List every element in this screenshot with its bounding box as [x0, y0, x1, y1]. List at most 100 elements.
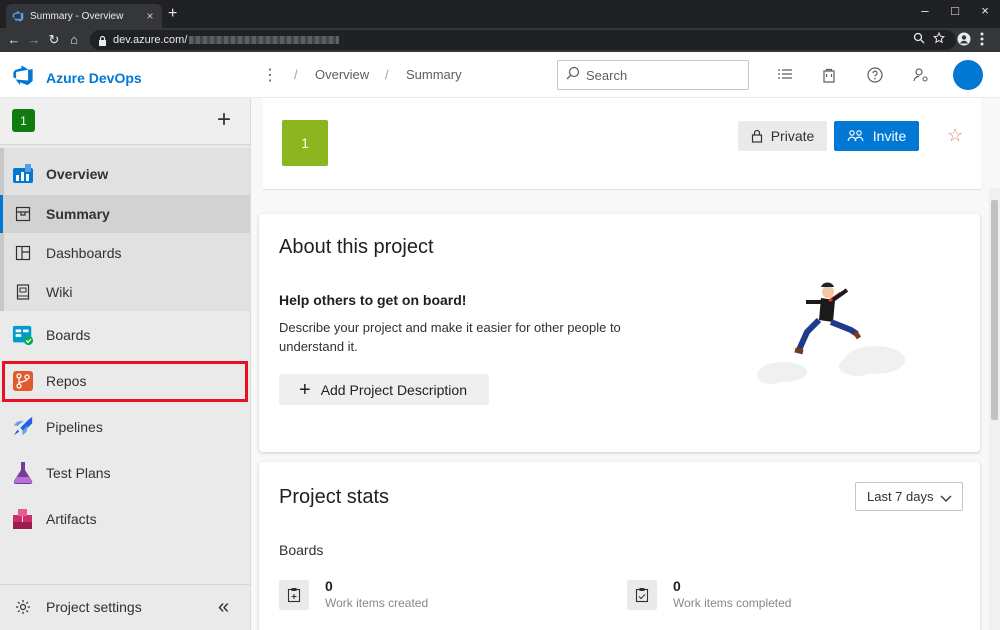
about-title: About this project [279, 236, 434, 258]
new-tab-icon[interactable]: + [168, 6, 177, 22]
sidebar-item-summary[interactable]: Summary [0, 195, 250, 233]
breadcrumb-separator: / [294, 67, 298, 82]
url-redacted [189, 36, 340, 44]
project-badge: 1 [12, 109, 35, 132]
breadcrumb-separator: / [385, 67, 389, 82]
browser-menu-icon[interactable] [980, 32, 984, 49]
marketplace-icon[interactable] [819, 65, 839, 85]
user-settings-icon[interactable] [911, 65, 931, 85]
sidebar-item-label: Artifacts [46, 511, 97, 527]
profile-icon[interactable] [957, 32, 971, 49]
browser-tabbar: Summary - Overview × + – □ × [0, 0, 1000, 28]
private-label: Private [770, 128, 815, 144]
stat-label: Work items created [325, 596, 429, 610]
sidebar-item-label: Test Plans [46, 465, 111, 481]
sidebar-item-project-settings[interactable]: Project settings « [0, 590, 250, 624]
more-actions-icon[interactable]: ⋮ [262, 65, 278, 85]
about-subtitle: Help others to get on board! [279, 292, 467, 308]
azure-devops-favicon-icon [12, 10, 24, 22]
lock-icon [751, 129, 763, 143]
app-header: Azure DevOps ⋮ / Overview / Summary [0, 52, 1000, 98]
bookmark-star-icon[interactable] [932, 31, 946, 47]
about-card: About this project Help others to get on… [259, 214, 980, 452]
sidebar-item-label: Summary [46, 206, 110, 222]
breadcrumb-summary[interactable]: Summary [406, 67, 462, 82]
work-item-created-icon [279, 580, 309, 610]
main-content: 1 Private Invite ☆ About this project He… [251, 98, 1000, 630]
pipelines-icon [12, 416, 34, 438]
sidebar-item-overview[interactable]: Overview [0, 158, 250, 190]
add-icon[interactable]: + [217, 108, 231, 132]
stats-title: Project stats [279, 486, 390, 508]
lock-icon [98, 35, 107, 46]
add-project-description-button[interactable]: + Add Project Description [279, 374, 489, 405]
sidebar-item-label: Project settings [46, 599, 142, 615]
sidebar-item-label: Wiki [46, 284, 73, 300]
stat-label: Work items completed [673, 596, 792, 610]
sidebar-item-boards[interactable]: Boards [0, 318, 250, 352]
stat-value: 0 [673, 578, 681, 594]
overview-icon [12, 163, 34, 185]
dashboards-icon [12, 242, 34, 264]
artifacts-icon [12, 508, 34, 530]
private-button[interactable]: Private [738, 121, 827, 151]
browser-tab[interactable]: Summary - Overview × [6, 4, 162, 28]
back-icon[interactable]: ← [6, 32, 22, 48]
project-stats-card: Project stats Last 7 days Boards 0 Work … [259, 462, 980, 630]
project-tile: 1 [282, 120, 328, 166]
search-input[interactable] [586, 67, 736, 83]
avatar[interactable] [953, 60, 983, 90]
forward-icon[interactable]: → [26, 32, 42, 48]
time-range-dropdown[interactable]: Last 7 days [855, 482, 963, 511]
stat-value: 0 [325, 578, 333, 594]
window-maximize-icon[interactable]: □ [940, 3, 970, 18]
sidebar-item-label: Pipelines [46, 419, 103, 435]
work-items-icon[interactable] [775, 65, 795, 85]
repos-highlight-box [2, 361, 248, 402]
zoom-icon[interactable] [913, 32, 925, 47]
time-range-value: Last 7 days [867, 489, 934, 504]
window-close-icon[interactable]: × [970, 3, 1000, 18]
add-description-label: Add Project Description [320, 381, 467, 398]
invite-button[interactable]: Invite [834, 121, 919, 151]
sidebar-item-artifacts[interactable]: Artifacts [0, 502, 250, 536]
url-text: dev.azure.com/ [113, 34, 188, 46]
collapse-sidebar-icon[interactable]: « [218, 596, 229, 619]
project-header: 1 Private Invite ☆ [263, 98, 981, 190]
brand-name: Azure DevOps [46, 69, 142, 86]
favorite-star-icon[interactable]: ☆ [947, 125, 963, 146]
gear-icon [12, 596, 34, 618]
sidebar-item-test-plans[interactable]: Test Plans [0, 456, 250, 490]
sidebar-item-pipelines[interactable]: Pipelines [0, 410, 250, 444]
help-icon[interactable] [865, 65, 885, 85]
home-icon[interactable]: ⌂ [66, 32, 82, 48]
search-box[interactable] [557, 60, 749, 90]
test-plans-icon [12, 462, 34, 485]
wiki-icon [12, 281, 34, 303]
sidebar-item-label: Boards [46, 327, 91, 343]
project-selector[interactable]: 1 + [0, 98, 250, 145]
reload-icon[interactable]: ↻ [46, 32, 62, 48]
scrollbar-thumb[interactable] [991, 200, 998, 420]
tab-close-icon[interactable]: × [144, 9, 156, 23]
brand[interactable]: Azure DevOps [12, 64, 142, 91]
about-description: Describe your project and make it easier… [279, 320, 621, 354]
window-minimize-icon[interactable]: – [910, 3, 940, 18]
plus-icon: + [299, 378, 311, 401]
sidebar-divider [0, 584, 250, 585]
sidebar-item-label: Dashboards [46, 245, 122, 261]
sidebar-item-dashboards[interactable]: Dashboards [0, 235, 250, 271]
chevron-down-icon [940, 491, 952, 506]
address-bar[interactable]: dev.azure.com/ [90, 30, 956, 50]
browser-toolbar: ← → ↻ ⌂ dev.azure.com/ [0, 28, 1000, 52]
breadcrumb-overview[interactable]: Overview [315, 67, 369, 82]
sidebar-item-label: Overview [46, 166, 109, 182]
tab-title: Summary - Overview [30, 10, 124, 22]
boards-icon [12, 324, 34, 346]
stats-section-boards: Boards [279, 542, 324, 558]
search-icon [566, 66, 580, 85]
invite-label: Invite [872, 128, 907, 144]
azure-devops-logo-icon [12, 64, 34, 91]
sidebar-item-wiki[interactable]: Wiki [0, 274, 250, 310]
jumping-person-illustration [745, 280, 915, 395]
